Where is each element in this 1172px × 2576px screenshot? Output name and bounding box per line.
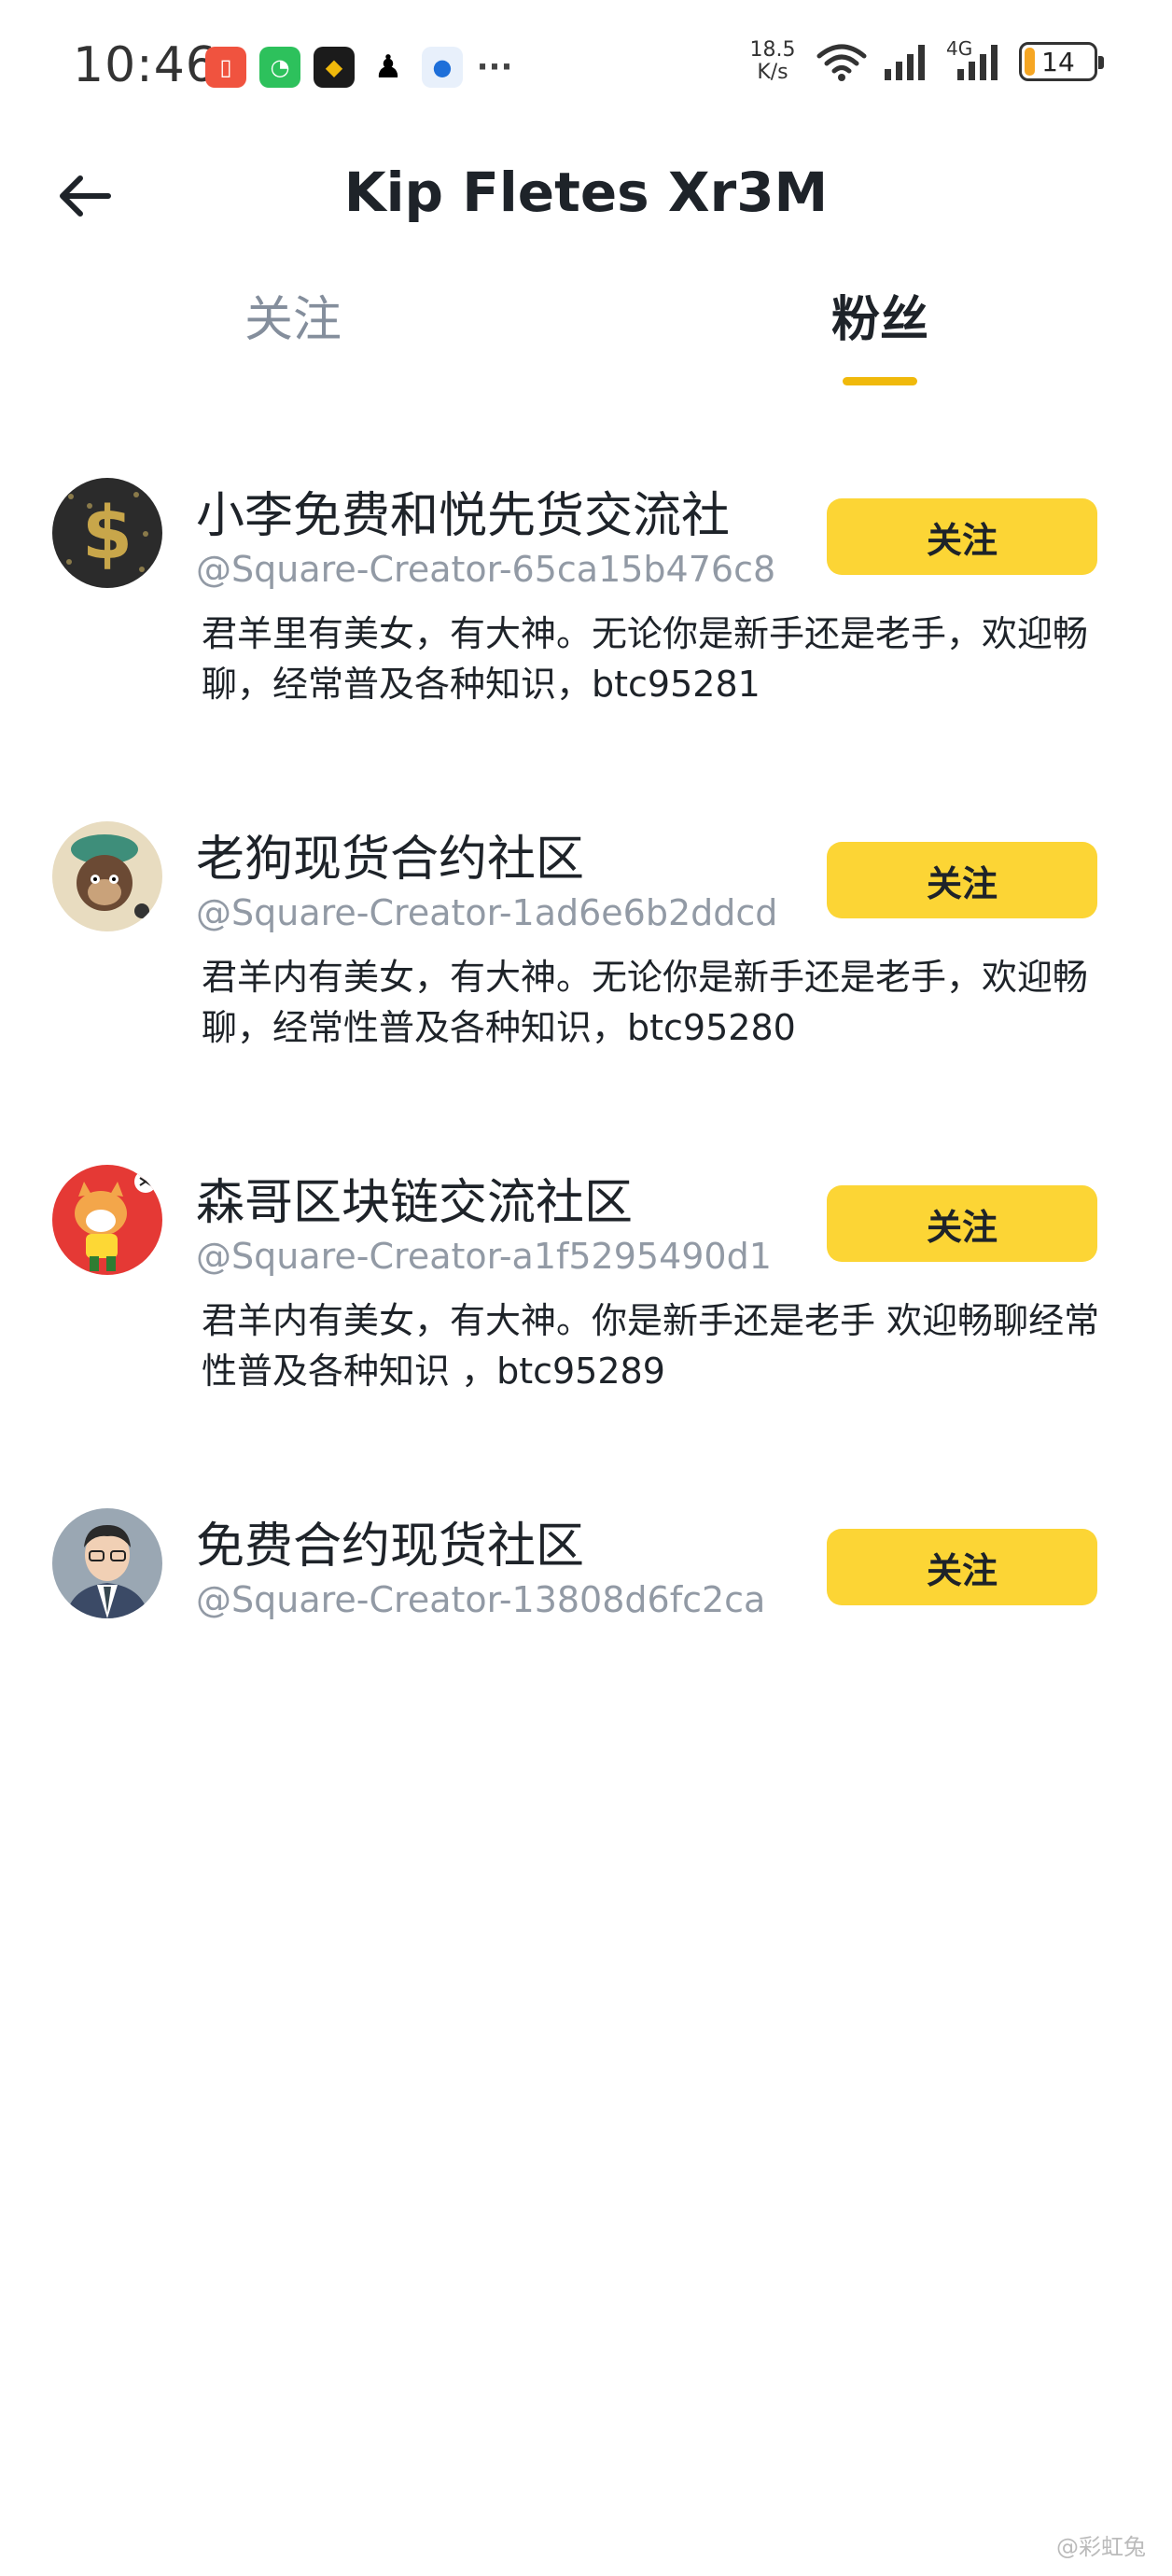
fan-name[interactable]: 小李免费和悦先货交流社 [196,476,730,546]
tab-fans[interactable]: 粉丝 [740,280,1020,350]
header: Kip Fletes Xr3M [0,140,1172,252]
avatar[interactable] [52,821,162,931]
fan-name[interactable]: 森哥区块链交流社区 [196,1163,633,1233]
avatar[interactable] [52,1508,162,1618]
battery-level: 14 [1041,46,1075,77]
follow-button[interactable]: 关注 [827,498,1097,575]
fan-bio: 君羊里有美女，有大神。无论你是新手还是老手，欢迎畅聊，经常普及各种知识，btc9… [202,613,1089,705]
tab-bar: 关注 粉丝 [0,280,1172,401]
follow-button[interactable]: 关注 [827,842,1097,918]
fan-handle: @Square-Creator-a1f5295490d1 [196,1236,772,1277]
network-type: 4G [946,37,973,60]
status-bar: 10:46 ▯ ◔ ◆ ♟ ● ··· 18.5 K/s 4G 14 [0,0,1172,140]
wechat-icon: ◔ [259,47,300,88]
follow-button[interactable]: 关注 [827,1185,1097,1262]
man-portrait-avatar [52,1508,162,1618]
app-store-icon: ● [422,47,463,88]
svg-text:$: $ [82,492,133,576]
battery-indicator: 14 [1019,42,1104,81]
fan-bio: 君羊内有美女，有大神。无论你是新手还是老手，欢迎畅聊，经常性普及各种知识，btc… [202,957,1089,1048]
dollar-sign-avatar: $ [52,478,162,588]
fan-name[interactable]: 免费合约现货社区 [196,1506,584,1576]
signal-icon [885,45,925,80]
monkey-avatar [52,821,162,931]
watermark: @彩虹兔 [1056,2534,1146,2560]
fan-handle: @Square-Creator-13808d6fc2ca [196,1579,766,1620]
net-speed-value: 18.5 [749,38,796,62]
fan-handle: @Square-Creator-1ad6e6b2ddcd [196,892,778,933]
follow-button[interactable]: 关注 [827,1529,1097,1605]
battery-fill [1025,48,1035,76]
net-speed-unit: K/s [757,61,788,84]
avatar[interactable] [52,1165,162,1275]
battery-app-icon: ▯ [205,47,246,88]
qq-icon: ♟ [373,49,403,86]
shiba-dog-avatar [52,1165,162,1275]
fan-handle: @Square-Creator-65ca15b476c8 [196,549,776,590]
notification-icons: ▯ ◔ ◆ ♟ ● ··· [205,47,513,88]
wifi-icon [816,44,867,81]
signal-4g: 4G [946,37,1004,80]
page: 10:46 ▯ ◔ ◆ ♟ ● ··· 18.5 K/s 4G 14 Kip F… [0,0,1172,2576]
more-notifications-icon: ··· [476,49,513,86]
page-title: Kip Fletes Xr3M [343,161,829,224]
fan-bio: 君羊内有美女，有大神。你是新手还是老手 欢迎畅聊经常性普及各种知识 ，btc95… [202,1300,1100,1392]
active-tab-indicator [843,377,917,385]
fan-name[interactable]: 老狗现货合约社区 [196,819,584,889]
status-time: 10:46 [73,37,217,93]
binance-icon: ◆ [314,47,355,88]
net-speed: 18.5 K/s [745,39,801,84]
system-icons: 18.5 K/s 4G 14 [745,37,1104,84]
tab-following[interactable]: 关注 [153,280,433,350]
avatar[interactable]: $ [52,478,162,588]
